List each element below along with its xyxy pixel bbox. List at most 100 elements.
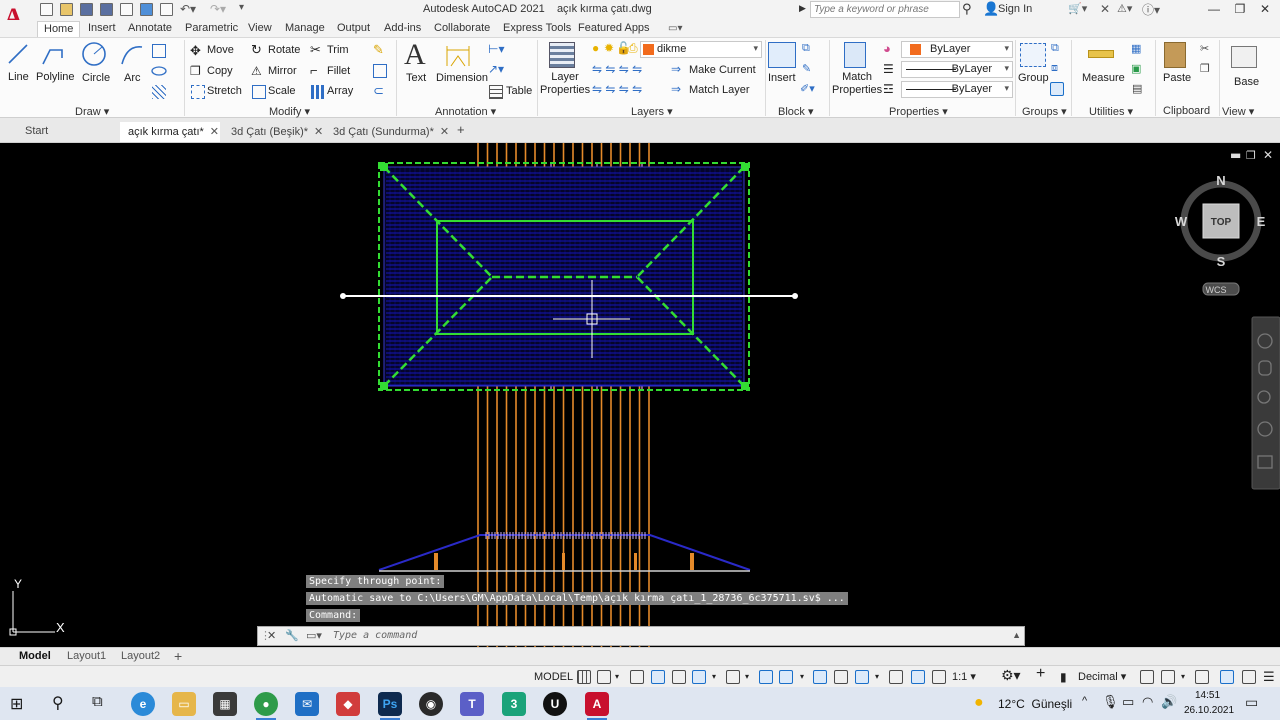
wcs-menu[interactable]: WCS [1206,285,1227,295]
quick-calc-icon[interactable]: ▦ [1131,42,1141,55]
new-icon[interactable] [40,3,53,16]
command-input[interactable]: Type a command [333,630,417,641]
rotate-button[interactable]: Rotate [268,44,300,56]
snap-dropdown-icon[interactable]: ▾ [615,669,619,685]
attribute-icon[interactable]: ✐▾ [800,82,815,95]
quick-properties-icon[interactable] [1140,670,1154,684]
tab-collaborate[interactable]: Collaborate [428,21,496,37]
microphone-icon[interactable]: 🎙 [1102,694,1119,710]
compass-south[interactable]: S [1217,254,1226,269]
open-icon[interactable] [60,3,73,16]
units-dropdown[interactable]: Decimal ▾ [1078,669,1126,685]
clean-screen-icon[interactable] [1242,670,1256,684]
command-line[interactable]: ⋮ ✕ 🔧 ▭▾ Type a command ▲ [257,626,1025,646]
tab-layout2[interactable]: Layout2 [121,650,160,662]
clock-date[interactable]: 26.10.2021 [1184,705,1234,716]
customize-icon[interactable]: 🔧 [285,629,299,642]
tab-insert[interactable]: Insert [82,21,122,37]
lock-ui-icon[interactable] [1161,670,1175,684]
save-as-icon[interactable] [100,3,113,16]
share-icon[interactable] [140,3,153,16]
close-tab-icon[interactable]: ✕ [314,126,323,138]
tab-layout1[interactable]: Layout1 [67,650,106,662]
grid-icon[interactable] [577,670,591,684]
compass-west[interactable]: W [1175,214,1188,229]
block-panel-title[interactable]: Block ▾ [778,105,813,118]
doc-tab-sundurma[interactable]: 3d Çatı (Sundurma)* ✕ [325,122,450,142]
restore-button[interactable]: ❐ [1231,1,1249,17]
selection-dropdown-icon[interactable]: ▾ [875,669,879,685]
color-dropdown[interactable]: ByLayer [901,41,1013,58]
polyline-button[interactable]: Polyline [36,71,75,83]
copy-button[interactable]: Copy [207,65,233,77]
linetype-dropdown[interactable]: ByLayer [901,61,1013,78]
viewcube[interactable]: TOP N S E W WCS [1175,173,1266,296]
insert-button[interactable]: Insert [768,72,796,84]
close-tab-icon[interactable]: ✕ [440,126,449,138]
move-button[interactable]: Move [207,44,234,56]
annotation-visibility-icon[interactable] [911,670,925,684]
polyline-icon[interactable] [40,42,66,68]
annotation-scale-button[interactable]: 1:1 ▾ [952,669,976,685]
notifications-icon[interactable]: ▭ [1245,694,1258,711]
lineweight-dropdown[interactable]: ByLayer [901,81,1013,98]
measure-button[interactable]: Measure [1082,72,1125,84]
annotate-plus-icon[interactable]: + [1036,666,1045,682]
add-layout-icon[interactable]: + [174,648,182,664]
annotation-monitor-icon[interactable] [889,670,903,684]
undo-icon[interactable]: ↶▾ [180,2,196,16]
utilities-panel-title[interactable]: Utilities ▾ [1089,105,1133,118]
unreal-icon[interactable]: U [543,692,567,716]
fillet-button[interactable]: Fillet [327,65,350,77]
show-hidden-icons[interactable]: ^ [1082,695,1087,707]
group-edit-icon[interactable]: ⧈ [1051,62,1058,75]
mirror-button[interactable]: Mirror [268,65,297,77]
dimension-button[interactable]: Dimension [436,72,488,84]
tab-model[interactable]: Model [19,650,51,662]
task-view-icon[interactable]: ⧉ [92,693,103,710]
edge-icon[interactable]: e [131,692,155,716]
edit-block-icon[interactable]: ✎ [802,62,811,75]
recent-commands-icon[interactable]: ▭▾ [306,629,322,642]
selection-cycling-icon[interactable] [855,670,869,684]
chevron-right-icon[interactable]: ▶ [799,3,806,14]
clock-time[interactable]: 14:51 [1195,690,1220,701]
layer-plot-icon[interactable]: ⎙ [628,41,638,56]
snap-icon[interactable] [597,670,611,684]
arc-button[interactable]: Arc [124,72,141,84]
offset-icon[interactable]: ⊂ [373,83,384,99]
obs-icon[interactable]: ◉ [419,692,443,716]
tab-parametric[interactable]: Parametric [179,21,244,37]
polar-icon[interactable] [692,670,706,684]
tab-output[interactable]: Output [331,21,376,37]
hardware-acceleration-icon[interactable] [1220,670,1234,684]
table-button[interactable]: Table [506,85,532,97]
help-icon[interactable]: ⓘ▾ [1142,1,1160,18]
sign-in-link[interactable]: Sign In [998,3,1032,15]
circle-icon[interactable] [81,41,107,67]
compass-east[interactable]: E [1257,214,1266,229]
search-icon[interactable]: ⚲ [962,1,972,17]
viewport-restore-icon[interactable]: ❐ [1246,149,1256,162]
photoshop-icon[interactable]: Ps [378,692,402,720]
group-button[interactable]: Group [1018,72,1049,84]
volume-icon[interactable]: 🔊 [1161,694,1177,710]
explode-icon[interactable] [373,64,387,78]
teams-icon[interactable]: T [460,692,484,716]
viewport-close-icon[interactable]: ✕ [1263,148,1273,162]
select-all-icon[interactable]: ▣ [1131,62,1141,75]
array-button[interactable]: Array [327,85,353,97]
erase-icon[interactable]: ✎ [373,42,384,58]
mail-icon[interactable]: ✉ [295,692,319,716]
annotation-panel-title[interactable]: Annotation ▾ [435,105,496,118]
layer-properties-button[interactable]: Layer Properties [540,71,590,97]
lock-ui-dropdown-icon[interactable]: ▾ [1181,669,1185,685]
customize-quick-access-icon[interactable]: ▾ [239,2,244,13]
viewport-minimize-icon[interactable]: ▬ [1230,148,1241,162]
drawing-canvas[interactable]: Y X TOP N S E W WCS ▬ ❐ ✕ [0,143,1280,647]
lineweight-toggle-icon[interactable] [813,670,827,684]
mleader-icon[interactable]: ↗▾ [488,62,504,76]
layer-on-icon[interactable]: ● [592,41,599,55]
auto-scale-icon[interactable] [932,670,946,684]
view-panel-title[interactable]: View ▾ [1222,105,1254,118]
